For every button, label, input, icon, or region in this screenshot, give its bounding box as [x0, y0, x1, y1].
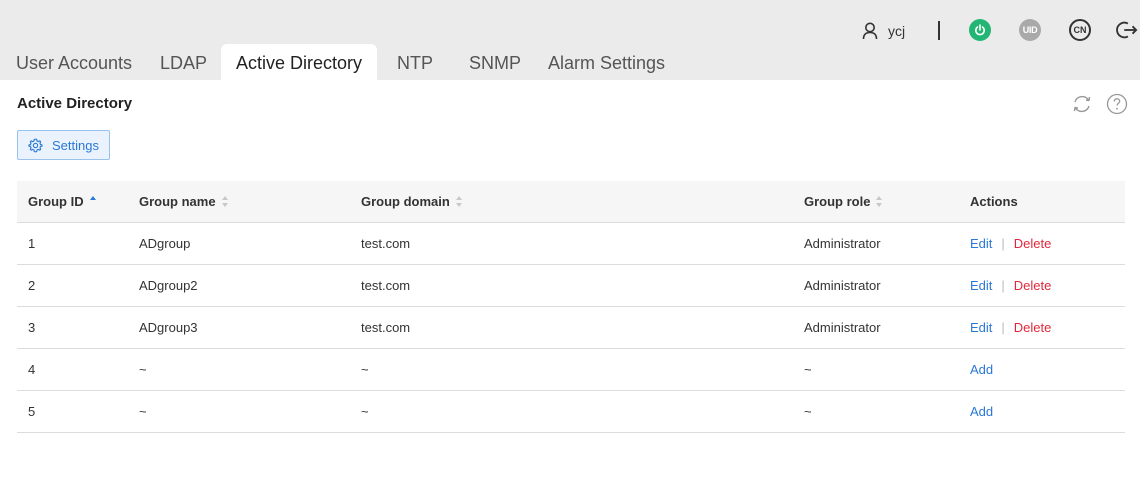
username: ycj: [888, 23, 906, 39]
column-group-name[interactable]: Group name: [139, 181, 229, 222]
cell-group-role: ~: [804, 404, 812, 419]
column-label: Group domain: [361, 194, 450, 209]
cell-group-name: ADgroup: [139, 236, 191, 251]
sort-icon[interactable]: [455, 195, 463, 208]
refresh-icon[interactable]: [1071, 93, 1093, 115]
uid-label: UID: [1022, 25, 1038, 35]
tab-active-directory[interactable]: Active Directory: [221, 44, 378, 80]
column-actions: Actions: [970, 181, 1018, 222]
cell-actions: Add: [970, 391, 993, 432]
cell-group-id: 4: [28, 362, 36, 377]
table-row: 1 ADgroup test.com Administrator Edit | De…: [17, 223, 1125, 265]
tab-ntp[interactable]: NTP: [397, 44, 433, 80]
edit-link[interactable]: Edit: [970, 236, 992, 251]
settings-label: Settings: [52, 137, 99, 153]
cell-actions: Edit | Delete: [970, 223, 1051, 264]
edit-link[interactable]: Edit: [970, 278, 992, 293]
logout-icon[interactable]: [1116, 19, 1138, 41]
ad-groups-table: Group ID Group name Group domain Group r…: [17, 181, 1125, 433]
column-label: Group role: [804, 194, 871, 209]
cell-actions: Edit | Delete: [970, 265, 1051, 306]
cell-group-name: ADgroup3: [139, 320, 198, 335]
tab-snmp[interactable]: SNMP: [469, 44, 521, 80]
cell-group-id: 2: [28, 278, 36, 293]
sort-icon[interactable]: [221, 195, 229, 208]
cell-group-name: ~: [139, 362, 147, 377]
cell-group-role: Administrator: [804, 278, 881, 293]
cell-actions: Add: [970, 349, 993, 390]
cell-group-domain: test.com: [361, 320, 411, 335]
cell-group-domain: test.com: [361, 236, 411, 251]
cell-group-name: ~: [139, 404, 147, 419]
page-title: Active Directory: [17, 95, 133, 112]
language-label: CN: [1073, 25, 1087, 35]
user-icon: [862, 22, 878, 40]
cell-group-domain: test.com: [361, 278, 411, 293]
tab-alarm-settings[interactable]: Alarm Settings: [548, 44, 665, 80]
cell-group-domain: ~: [361, 404, 369, 419]
edit-link[interactable]: Edit: [970, 320, 992, 335]
action-divider: |: [1001, 236, 1005, 251]
gear-icon: [28, 138, 43, 152]
cell-group-name: ADgroup2: [139, 278, 198, 293]
column-group-role[interactable]: Group role: [804, 181, 883, 222]
header-divider: [938, 21, 940, 40]
uid-icon[interactable]: UID: [1019, 19, 1041, 41]
column-label: Actions: [970, 194, 1018, 209]
content-panel: Active Directory Settings Group ID Group…: [0, 80, 1140, 483]
table-row: 3 ADgroup3 test.com Administrator Edit | D…: [17, 307, 1125, 349]
cell-group-domain: ~: [361, 362, 369, 377]
cell-actions: Edit | Delete: [970, 307, 1051, 348]
column-label: Group ID: [28, 194, 84, 209]
cell-group-role: Administrator: [804, 236, 881, 251]
cell-group-id: 5: [28, 404, 36, 419]
add-link[interactable]: Add: [970, 362, 993, 377]
power-icon[interactable]: [969, 19, 991, 41]
table-row: 4 ~ ~ ~ Add: [17, 349, 1125, 391]
cell-group-role: ~: [804, 362, 812, 377]
help-icon[interactable]: [1106, 93, 1128, 115]
cell-group-role: Administrator: [804, 320, 881, 335]
sort-ascending-icon[interactable]: [89, 195, 97, 208]
tab-ldap[interactable]: LDAP: [160, 44, 207, 80]
add-link[interactable]: Add: [970, 404, 993, 419]
delete-link[interactable]: Delete: [1014, 278, 1052, 293]
settings-button[interactable]: Settings: [17, 130, 110, 160]
delete-link[interactable]: Delete: [1014, 320, 1052, 335]
table-row: 2 ADgroup2 test.com Administrator Edit | D…: [17, 265, 1125, 307]
delete-link[interactable]: Delete: [1014, 236, 1052, 251]
user-menu[interactable]: ycj: [862, 20, 905, 42]
cell-group-id: 1: [28, 236, 36, 251]
table-header: Group ID Group name Group domain Group r…: [17, 181, 1125, 223]
column-label: Group name: [139, 194, 216, 209]
language-icon[interactable]: CN: [1069, 19, 1091, 41]
sort-icon[interactable]: [876, 195, 883, 208]
table-row: 5 ~ ~ ~ Add: [17, 391, 1125, 433]
cell-group-id: 3: [28, 320, 36, 335]
column-group-id[interactable]: Group ID: [28, 181, 97, 222]
action-divider: |: [1001, 320, 1005, 335]
tab-user-accounts[interactable]: User Accounts: [16, 44, 132, 80]
action-divider: |: [1001, 278, 1005, 293]
column-group-domain[interactable]: Group domain: [361, 181, 463, 222]
